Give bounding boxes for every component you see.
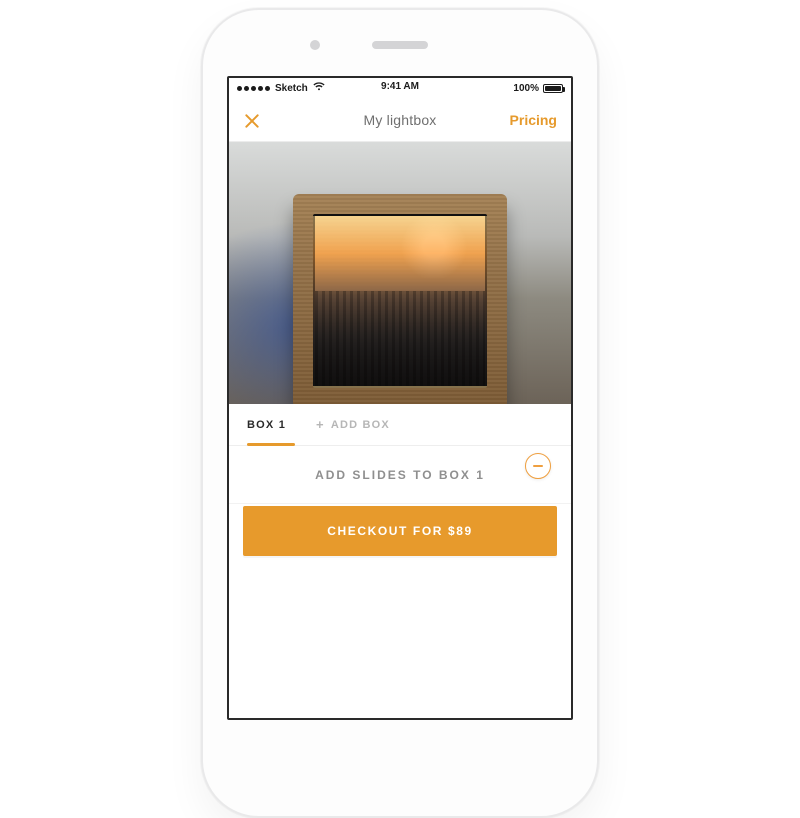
checkout-button[interactable]: CHECKOUT FOR $89 bbox=[243, 506, 557, 556]
instruction-row: ADD SLIDES TO BOX 1 bbox=[229, 446, 571, 504]
checkout-area: CHECKOUT FOR $89 bbox=[229, 504, 571, 572]
device-camera bbox=[310, 40, 320, 50]
plus-icon: + bbox=[316, 417, 325, 432]
product-preview bbox=[229, 142, 571, 404]
tab-label: BOX 1 bbox=[247, 419, 286, 431]
status-right: 100% bbox=[513, 83, 563, 94]
add-box-button[interactable]: + ADD BOX bbox=[316, 404, 390, 445]
device-speaker bbox=[372, 41, 428, 49]
canvas: Sketch 9:41 AM 100% My lightbox Pricing bbox=[0, 0, 800, 600]
city-skyline bbox=[315, 291, 485, 386]
battery-percent: 100% bbox=[513, 83, 539, 94]
status-left: Sketch bbox=[237, 82, 325, 94]
wifi-icon bbox=[313, 82, 325, 94]
checkout-label: CHECKOUT FOR $89 bbox=[327, 524, 473, 538]
status-bar: Sketch 9:41 AM 100% bbox=[229, 78, 571, 98]
close-icon[interactable] bbox=[243, 111, 261, 129]
mini-action-button[interactable] bbox=[525, 453, 551, 479]
minus-icon bbox=[533, 465, 543, 467]
slide-image bbox=[313, 214, 487, 388]
page-title: My lightbox bbox=[363, 112, 436, 128]
box-tabs: BOX 1 + ADD BOX bbox=[229, 404, 571, 446]
status-time: 9:41 AM bbox=[381, 81, 419, 92]
device-frame: Sketch 9:41 AM 100% My lightbox Pricing bbox=[201, 8, 599, 818]
signal-dots-icon bbox=[237, 86, 270, 91]
app-screen: Sketch 9:41 AM 100% My lightbox Pricing bbox=[227, 76, 573, 720]
instruction-text: ADD SLIDES TO BOX 1 bbox=[315, 468, 485, 482]
carrier-label: Sketch bbox=[275, 83, 308, 94]
pricing-link[interactable]: Pricing bbox=[510, 112, 557, 128]
lightbox-product bbox=[293, 194, 507, 408]
add-box-label: ADD BOX bbox=[331, 419, 390, 431]
tab-box-1[interactable]: BOX 1 bbox=[247, 404, 286, 445]
battery-icon bbox=[543, 84, 563, 93]
nav-bar: My lightbox Pricing bbox=[229, 98, 571, 142]
